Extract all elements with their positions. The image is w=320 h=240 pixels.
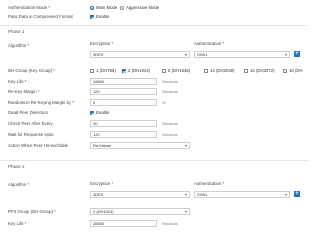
rekey-margin-units: Seconds [162, 89, 178, 94]
wait-label: Wait for Response Upto [8, 132, 54, 137]
main-mode-label: Main Mode [96, 5, 118, 10]
phase2-title: Phase 2 [8, 164, 25, 169]
phase1-authentication-label: Authentication * [194, 41, 225, 46]
rekey-margin-label: Re-Key Margin * [8, 89, 40, 94]
check-peer-value: 30 [93, 121, 98, 126]
key-life-units: Seconds [162, 79, 178, 84]
phase2-encryption-value: 3DES [93, 192, 104, 197]
action-select[interactable]: Re-initiate [90, 142, 190, 149]
randomize-value: 0 [93, 100, 96, 105]
dh-option-label: 14 (DH2048) [210, 68, 235, 73]
phase1-authentication-value: SHA1 [197, 52, 208, 57]
check-peer-units: Seconds [162, 121, 178, 126]
chevron-down-icon [185, 145, 187, 147]
chevron-down-icon [285, 54, 287, 56]
dh-option-checkbox[interactable] [122, 69, 126, 73]
dh-option-checkbox[interactable] [204, 69, 208, 73]
phase1-algorithm-label: Algorithm * [8, 43, 30, 48]
phase2-encryption-label: Encryption * [90, 181, 114, 186]
auth-mode-label: Authentication Mode * [8, 5, 51, 10]
phase2-authentication-select[interactable]: SHA1 [194, 191, 290, 198]
randomize-input[interactable]: 0 [90, 99, 157, 106]
key-life-input[interactable]: 28800 [90, 78, 157, 85]
dh-option-label: 2 (DH1024) [128, 68, 151, 73]
phase2-key-life-label: Key Life * [8, 221, 27, 226]
aggressive-mode-label: Aggressive Mode [126, 5, 160, 10]
phase1-encryption-label: Encryption * [90, 41, 114, 46]
phase2-algorithm-label: Algorithm * [8, 182, 30, 187]
phase1-encryption-select[interactable]: 3DES [90, 51, 190, 58]
dh-option-label: 1 (DH768) [96, 68, 116, 73]
aggressive-mode-radio[interactable] [120, 6, 124, 10]
check-peer-label: Check Peer After Every [8, 121, 53, 126]
chevron-down-icon [285, 194, 287, 196]
chevron-down-icon [185, 54, 187, 56]
randomize-label: Randomize Re-Keying Margin by * [8, 100, 74, 105]
main-mode-radio[interactable] [90, 6, 94, 10]
add-algorithm-button[interactable]: + [294, 191, 300, 197]
phase1-authentication-select[interactable]: SHA1 [194, 51, 290, 58]
phase2-key-life-value: 28800 [93, 221, 105, 226]
action-label: Action When Peer Unreachable [8, 143, 69, 148]
phase2-authentication-value: SHA1 [197, 192, 208, 197]
dpd-label: Dead Peer Detection [8, 110, 48, 115]
dh-option-checkbox[interactable] [90, 69, 94, 73]
phase1-title: Phase 1 [8, 29, 25, 34]
dh-option-label: 5 (DH1536) [168, 68, 191, 73]
key-life-label: Key Life * [8, 79, 27, 84]
wait-input[interactable]: 120 [90, 131, 157, 138]
dpd-checkbox[interactable] [90, 111, 94, 115]
dh-option-checkbox[interactable] [283, 69, 287, 73]
compressed-checkbox[interactable] [90, 15, 94, 19]
add-algorithm-button[interactable]: + [294, 51, 300, 57]
wait-units: Seconds [162, 132, 178, 137]
rekey-margin-value: 120 [93, 89, 100, 94]
action-value: Re-initiate [93, 143, 112, 148]
dh-option-checkbox[interactable] [162, 69, 166, 73]
dh-group-label: DH Group (Key Group) * [8, 68, 55, 73]
phase2-encryption-select[interactable]: 3DES [90, 191, 190, 198]
chevron-down-icon [185, 211, 187, 213]
phase2-key-life-units: Seconds [162, 221, 178, 226]
compressed-enable-label: Enable [96, 14, 110, 19]
pfs-group-label: PFS Group (DH Group) * [8, 209, 56, 214]
chevron-down-icon [185, 194, 187, 196]
randomize-units: % [162, 100, 166, 105]
check-peer-input[interactable]: 30 [90, 120, 157, 127]
compressed-label: Pass Data in Compressed Format [8, 14, 73, 19]
phase2-authentication-label: Authentication * [194, 181, 225, 186]
phase2-key-life-input[interactable]: 28800 [90, 220, 157, 227]
dh-option-label: 15 (DH3072) [250, 68, 275, 73]
dpd-enable-label: Enable [96, 110, 110, 115]
divider [0, 25, 308, 26]
rekey-margin-input[interactable]: 120 [90, 88, 157, 95]
dh-option-label: 16 (DH [289, 68, 303, 73]
divider [0, 160, 308, 161]
pfs-group-value: 2 (DH1024) [93, 209, 114, 214]
phase1-encryption-value: 3DES [93, 52, 104, 57]
wait-value: 120 [93, 132, 100, 137]
dh-option-checkbox[interactable] [244, 69, 248, 73]
pfs-group-select[interactable]: 2 (DH1024) [90, 208, 190, 215]
key-life-value: 28800 [93, 79, 105, 84]
